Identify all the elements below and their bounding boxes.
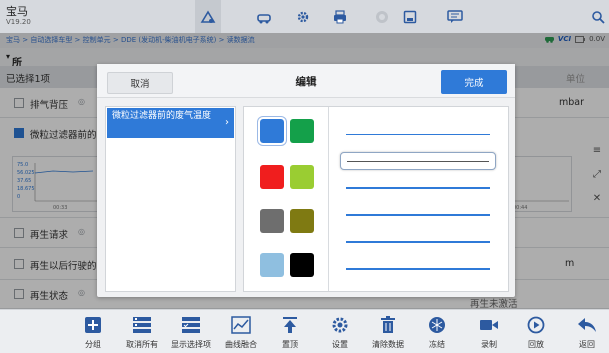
merge-curves-button[interactable]: 曲线融合 [221,310,261,353]
tool-label: 取消所有 [126,340,158,349]
edit-dialog: 取消 编辑 完成 微粒过滤器前的废气温度 › [97,64,515,297]
camera-icon[interactable] [369,0,395,33]
tool-label: 清除数据 [372,340,404,349]
color-palette [244,107,329,291]
pin-top-button[interactable]: 置顶 [277,310,303,353]
video-icon [478,314,500,336]
line-style-option[interactable] [340,260,496,278]
pin-top-icon [279,314,301,336]
bottom-toolbar: 分组 取消所有 显示选择项 曲线融合 置顶 设置 清除数据 冻结 录制 回放 返… [0,309,609,353]
tool-label: 分组 [85,340,101,349]
tool-label: 冻结 [429,340,445,349]
tool-label: 录制 [481,340,497,349]
back-button[interactable]: 返回 [574,310,600,353]
line-style-option[interactable] [340,206,496,224]
param-list-item-selected[interactable]: 微粒过滤器前的废气温度 › [107,108,234,138]
home-car-icon[interactable] [195,0,221,33]
color-swatch-gray[interactable] [260,209,284,233]
tool-label: 返回 [579,340,595,349]
brand-title: 宝马 [6,5,28,18]
color-swatch-lime[interactable] [290,165,314,189]
deselect-all-button[interactable]: 取消所有 [119,310,165,353]
brand-version: V19.20 [6,18,31,26]
color-swatch-olive[interactable] [290,209,314,233]
color-swatch-green[interactable] [290,119,314,143]
line-style-list [330,107,508,291]
gear-icon[interactable] [290,0,316,33]
message-icon[interactable] [442,0,468,33]
line-style-option[interactable] [340,233,496,251]
search-icon[interactable] [591,9,607,25]
done-button[interactable]: 完成 [441,70,507,94]
tool-label: 显示选择项 [171,340,211,349]
dialog-header: 取消 编辑 完成 [97,64,515,98]
plus-square-icon [82,314,104,336]
printer-icon[interactable] [327,0,353,33]
tool-label: 设置 [332,340,348,349]
group-button[interactable]: 分组 [78,310,108,353]
line-style-option[interactable] [340,179,496,197]
playback-button[interactable]: 回放 [523,310,549,353]
color-swatch-red[interactable] [260,165,284,189]
diagnose-car-icon[interactable] [251,0,277,33]
clear-data-button[interactable]: 清除数据 [366,310,410,353]
param-item-label: 微粒过滤器前的废气温度 [112,111,212,121]
top-bar: 宝马 V19.20 [0,0,609,33]
tool-label: 置顶 [282,340,298,349]
line-style-option-selected[interactable] [340,152,496,170]
line-chart-icon [230,314,252,336]
gear-icon [329,314,351,336]
snowflake-icon [426,314,448,336]
tool-label: 回放 [528,340,544,349]
style-panel [243,106,509,292]
back-arrow-icon [576,314,598,336]
deselect-all-icon [131,314,153,336]
chevron-right-icon: › [225,117,229,128]
settings-button[interactable]: 设置 [327,310,353,353]
line-style-option[interactable] [340,125,496,143]
color-swatch-blue[interactable] [258,117,286,145]
save-icon[interactable] [397,0,423,33]
play-icon [525,314,547,336]
show-selected-icon [180,314,202,336]
param-list: 微粒过滤器前的废气温度 › [105,106,236,292]
tool-label: 曲线融合 [225,340,257,349]
trash-icon [377,314,399,336]
color-swatch-light-blue[interactable] [260,253,284,277]
color-swatch-black[interactable] [290,253,314,277]
show-selected-button[interactable]: 显示选择项 [166,310,216,353]
record-button[interactable]: 录制 [476,310,502,353]
freeze-button[interactable]: 冻结 [424,310,450,353]
